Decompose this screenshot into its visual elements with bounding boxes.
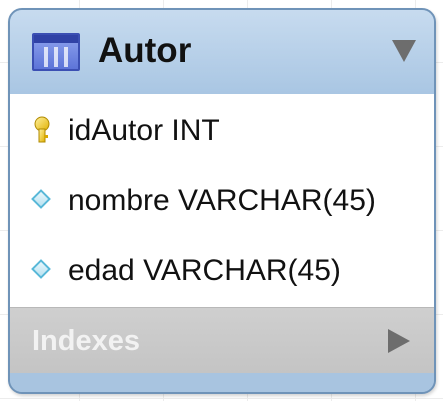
column-label: edad VARCHAR(45) bbox=[68, 254, 341, 287]
table-footer bbox=[10, 373, 434, 392]
table-header[interactable]: Autor bbox=[10, 10, 434, 95]
diagram-canvas: Autor idAutor INT nombre VARCHAR(45) eda… bbox=[0, 0, 443, 401]
table-title: Autor bbox=[98, 31, 192, 70]
column-row-edad[interactable]: edad VARCHAR(45) bbox=[10, 236, 434, 306]
table-entity-autor[interactable]: Autor idAutor INT nombre VARCHAR(45) eda… bbox=[8, 8, 436, 394]
indexes-section[interactable]: Indexes bbox=[10, 307, 434, 374]
column-label: nombre VARCHAR(45) bbox=[68, 184, 376, 217]
primary-key-icon bbox=[34, 116, 50, 143]
indexes-label: Indexes bbox=[32, 325, 140, 357]
triangle-down-icon[interactable] bbox=[392, 40, 416, 62]
column-diamond-icon bbox=[31, 259, 51, 279]
column-label: idAutor INT bbox=[68, 114, 220, 147]
column-diamond-icon bbox=[31, 189, 51, 209]
table-icon bbox=[32, 33, 80, 71]
column-list: idAutor INT nombre VARCHAR(45) edad VARC… bbox=[10, 94, 434, 307]
column-row-nombre[interactable]: nombre VARCHAR(45) bbox=[10, 166, 434, 236]
triangle-right-icon[interactable] bbox=[388, 329, 410, 353]
column-row-idautor[interactable]: idAutor INT bbox=[10, 96, 434, 166]
